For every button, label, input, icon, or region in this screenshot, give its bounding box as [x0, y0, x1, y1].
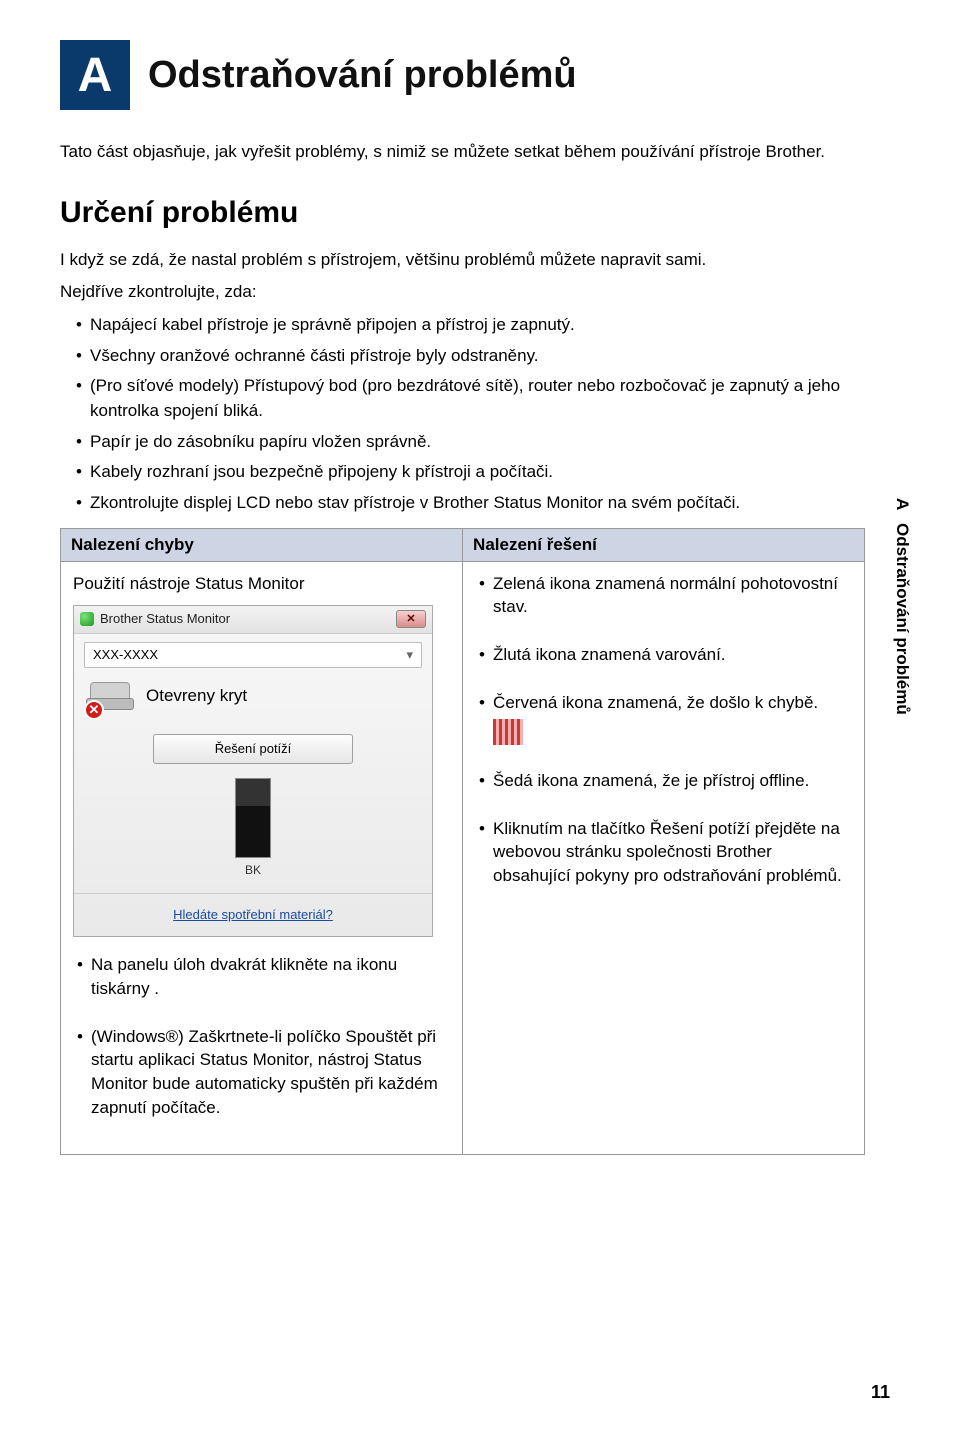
th-find-error: Nalezení chyby: [61, 528, 463, 561]
appendix-header: A Odstraňování problémů: [60, 40, 890, 110]
sm-titlebar: Brother Status Monitor ✕: [74, 606, 432, 633]
th-find-solution: Nalezení řešení: [463, 528, 865, 561]
left-bullets: Na panelu úloh dvakrát klikněte na ikonu…: [73, 953, 450, 1120]
chevron-down-icon: ▾: [406, 646, 413, 664]
sm-model-value: XXX-XXXX: [93, 647, 158, 662]
check-item: Kabely rozhraní jsou bezpečně připojeny …: [76, 460, 890, 485]
troubleshoot-table: Nalezení chyby Nalezení řešení Použití n…: [60, 528, 865, 1155]
solution-item: Šedá ikona znamená, že je přístroj offli…: [475, 769, 852, 793]
left-subtitle: Použití nástroje Status Monitor: [73, 572, 450, 596]
sm-window-title: Brother Status Monitor: [100, 610, 230, 628]
sm-supplies-link[interactable]: Hledáte spotřební materiál?: [74, 893, 432, 936]
check-item: Papír je do zásobníku papíru vložen sprá…: [76, 430, 890, 455]
solution-item: Zelená ikona znamená normální pohotovost…: [475, 572, 852, 620]
check-item: Napájecí kabel přístroje je správně přip…: [76, 313, 890, 338]
appendix-letter-badge: A: [60, 40, 130, 110]
page-number: 11: [871, 1382, 890, 1403]
sm-status-row: ✕ Otevreny kryt: [86, 676, 420, 716]
sm-model-dropdown[interactable]: XXX-XXXX ▾: [84, 642, 422, 668]
side-tab: A Odstraňování problémů: [892, 498, 912, 715]
status-monitor-window: Brother Status Monitor ✕ XXX-XXXX ▾ ✕ Ot…: [73, 605, 433, 937]
section-lead: I když se zdá, že nastal problém s příst…: [60, 248, 890, 273]
ink-level-icon: [235, 778, 271, 858]
solution-item: Červená ikona znamená, že došlo k chybě.: [475, 691, 852, 745]
check-pre: Nejdříve zkontrolujte, zda:: [60, 280, 890, 305]
left-bullet: (Windows®) Zaškrtnete-li políčko Spouště…: [73, 1025, 450, 1120]
check-list: Napájecí kabel přístroje je správně přip…: [60, 313, 890, 515]
appendix-title: Odstraňování problémů: [148, 54, 577, 97]
cell-right: Zelená ikona znamená normální pohotovost…: [463, 561, 865, 1154]
cell-left: Použití nástroje Status Monitor Brother …: [61, 561, 463, 1154]
close-icon[interactable]: ✕: [396, 610, 426, 628]
check-item: (Pro síťové modely) Přístupový bod (pro …: [76, 374, 890, 423]
solution-item: Žlutá ikona znamená varování.: [475, 643, 852, 667]
left-bullet: Na panelu úloh dvakrát klikněte na ikonu…: [73, 953, 450, 1001]
intro-paragraph: Tato část objasňuje, jak vyřešit problém…: [60, 140, 890, 164]
printer-error-icon: ✕: [86, 676, 134, 716]
solution-list: Zelená ikona znamená normální pohotovost…: [475, 572, 852, 888]
sm-ink-label: BK: [74, 862, 432, 879]
side-tab-letter: A: [892, 498, 912, 510]
solution-item: Kliknutím na tlačítko Řešení potíží přej…: [475, 817, 852, 888]
sm-troubleshoot-button[interactable]: Řešení potíží: [153, 734, 353, 764]
section-title: Určení problému: [60, 196, 890, 230]
check-item: Zkontrolujte displej LCD nebo stav příst…: [76, 491, 890, 516]
sm-ink-row: [74, 778, 432, 858]
sm-app-icon: [80, 612, 94, 626]
error-stripes-icon: [493, 719, 523, 745]
side-tab-label: Odstraňování problémů: [893, 523, 912, 715]
check-item: Všechny oranžové ochranné části přístroj…: [76, 344, 890, 369]
sm-status-text: Otevreny kryt: [146, 684, 247, 708]
